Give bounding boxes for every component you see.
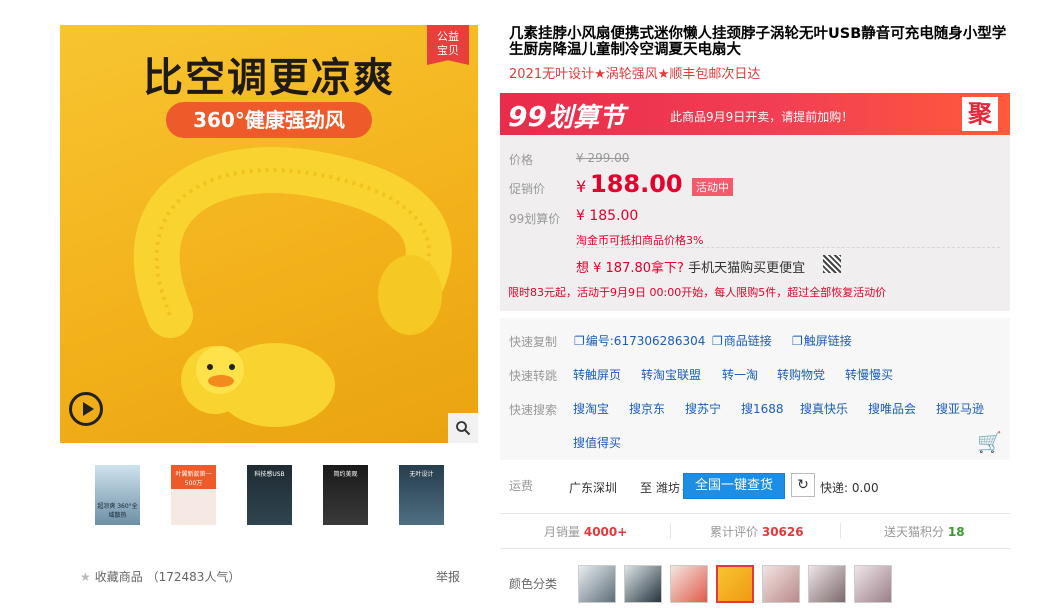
tmall-points: 送天猫积分 18 (884, 523, 965, 540)
promo-logo-number: 99 (508, 100, 547, 133)
taobao-coins-note: 淘金币可抵扣商品价格3% (576, 234, 704, 247)
ju-badge: 聚 (962, 97, 998, 131)
review-count[interactable]: 累计评价 30626 (710, 523, 804, 540)
qr-code-icon[interactable] (823, 255, 841, 273)
promo-price-value: 188.00 (590, 170, 683, 198)
search-taobao-link[interactable]: 搜淘宝 (573, 400, 609, 417)
neck-fan-illustration (133, 147, 452, 427)
color-swatch-1[interactable] (578, 565, 616, 603)
favorite-link[interactable]: ★ 收藏商品 （172483人气） (80, 568, 240, 585)
quick-copy-label: 快速复制 (509, 335, 558, 349)
color-swatch-2[interactable] (624, 565, 662, 603)
jump-mobile-link[interactable]: 转触屏页 (573, 366, 621, 383)
thumbnail-1[interactable]: 超凉爽 360°全域散热 (95, 465, 140, 525)
price-panel: 价格 ¥ 299.00 促销价 ¥ 188.00 活动中 99划算价 ¥ 185… (500, 135, 1010, 311)
mobile-price-note[interactable]: 想 ¥ 187.80拿下? 手机天猫购买更便宜 (576, 257, 805, 276)
promo-banner: 99划算节 此商品9月9日开卖，请提前加购！ 聚 (500, 93, 1010, 135)
price-label: 价格 (509, 153, 534, 167)
color-swatch-7[interactable] (854, 565, 892, 603)
stats-divider-1 (670, 523, 671, 539)
search-zoom-icon (456, 421, 471, 436)
points-value: 18 (947, 525, 965, 539)
jump-etao-link[interactable]: 转一淘 (722, 366, 758, 383)
thumbnail-4[interactable]: 简约美观 (323, 465, 368, 525)
mobile-cheaper-text: 手机天猫购买更便宜 (688, 261, 806, 276)
monthly-sales-value: 4000+ (583, 525, 628, 539)
thumbnail-3[interactable]: 科技感USB (247, 465, 292, 525)
popularity-count: （172483人气） (146, 570, 241, 584)
sales-stats: 月销量 4000+ 累计评价 30626 送天猫积分 18 (500, 513, 1010, 549)
thumbnail-2[interactable]: 叶翼新款第一 500万 (171, 465, 216, 525)
stats-divider-2 (840, 523, 841, 539)
star-icon: ★ (80, 570, 91, 584)
original-price: ¥ 299.00 (576, 151, 630, 165)
promo-logo-text: 划算节 (546, 103, 625, 133)
monthly-sales: 月销量 4000+ (544, 523, 627, 540)
express-fee: 快递: 0.00 (820, 481, 879, 495)
currency-symbol: ¥ (576, 177, 587, 196)
color-swatch-5[interactable] (762, 565, 800, 603)
favorite-label: 收藏商品 (94, 570, 143, 584)
color-swatch-3[interactable] (670, 565, 708, 603)
product-subtitle: 2021无叶设计★涡轮强风★顺丰包邮次日达 (509, 67, 761, 82)
main-product-image[interactable]: 比空调更凉爽 360°健康强劲风 公益 宝贝 (60, 25, 478, 443)
search-suning-link[interactable]: 搜苏宁 (685, 400, 721, 417)
report-link[interactable]: 举报 (436, 568, 460, 585)
copy-id-link[interactable]: 编号:617306286304 (574, 332, 706, 349)
promo-price: ¥ 188.00 (576, 170, 683, 198)
jump-alliance-link[interactable]: 转淘宝联盟 (641, 366, 701, 383)
thumbnail-5-text: 无叶设计 (409, 471, 434, 478)
promo-price-label: 促销价 (509, 182, 546, 196)
play-video-button[interactable] (69, 392, 103, 426)
promo-notice: 此商品9月9日开卖，请提前加购！ (670, 110, 854, 124)
jump-gouwudang-link[interactable]: 转购物党 (777, 366, 825, 383)
search-jd-link[interactable]: 搜京东 (629, 400, 665, 417)
refresh-icon[interactable]: ↻ (791, 473, 815, 497)
activity-tag: 活动中 (692, 178, 733, 196)
quick-jump-label: 快速转跳 (509, 369, 558, 383)
thumbnail-1-text: 超凉爽 360°全域散热 (97, 503, 138, 519)
thumbnail-5[interactable]: 无叶设计 (399, 465, 444, 525)
quick-search-label: 快速搜索 (509, 403, 558, 417)
search-1688-link[interactable]: 搜1688 (741, 400, 784, 417)
zoom-button[interactable] (448, 413, 478, 443)
cart-logo-icon: 🛒 (977, 430, 1002, 454)
thumbnail-4-text: 简约美观 (333, 471, 358, 478)
color-swatch-6[interactable] (808, 565, 846, 603)
price-99-label: 99划算价 (509, 212, 561, 226)
monthly-sales-label: 月销量 (544, 525, 581, 539)
quick-tools-panel: 快速复制 编号:617306286304 商品链接 触屏链接 快速转跳 转触屏页… (500, 318, 1010, 460)
search-amazon-link[interactable]: 搜亚马逊 (936, 400, 984, 417)
thumbnail-2-text: 叶翼新款第一 500万 (175, 471, 212, 487)
nationwide-query-button[interactable]: 全国一键查货 (683, 473, 785, 499)
search-vip-link[interactable]: 搜唯品会 (868, 400, 916, 417)
points-label: 送天猫积分 (884, 525, 945, 539)
price-divider (576, 247, 1000, 248)
want-price: 想 ¥ 187.80拿下? (576, 261, 684, 276)
review-value: 30626 (761, 525, 804, 539)
copy-mobile-link[interactable]: 触屏链接 (792, 332, 852, 349)
color-swatch-4-selected[interactable] (716, 565, 754, 603)
review-label: 累计评价 (710, 525, 759, 539)
copy-product-link[interactable]: 商品链接 (712, 332, 772, 349)
product-title: 几素挂脖小风扇便携式迷你懒人挂颈脖子涡轮无叶USB静音可充电随身小型学生厨房降温… (509, 26, 1007, 58)
jump-manmanmai-link[interactable]: 转慢慢买 (845, 366, 893, 383)
thumbnail-3-text: 科技感USB (254, 471, 285, 478)
search-smzdm-link[interactable]: 搜值得买 (573, 434, 621, 451)
limit-note: 限时83元起，活动于9月9日 00:00开始，每人限购5件，超过全部恢复活动价 (508, 286, 887, 299)
shipping-label: 运费 (509, 479, 534, 493)
promo-logo: 99划算节 (508, 97, 625, 134)
price-99-value: ¥ 185.00 (576, 208, 639, 224)
search-zhenkuaile-link[interactable]: 搜真快乐 (800, 400, 848, 417)
color-category-label: 颜色分类 (509, 577, 558, 591)
ship-from: 广东深圳 (569, 481, 618, 495)
